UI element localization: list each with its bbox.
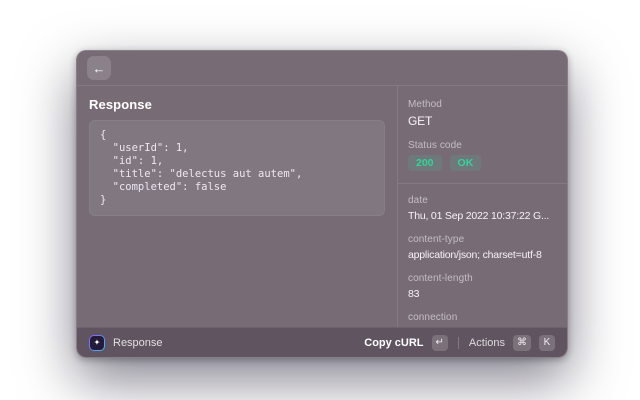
header-name: content-length xyxy=(408,273,561,284)
header-row-content-length: content-length 83 xyxy=(408,273,561,300)
code-line: } xyxy=(100,194,374,207)
code-line: "id": 1, xyxy=(100,155,374,168)
logo-glyph: ✦ xyxy=(94,339,101,347)
status-text-badge: OK xyxy=(450,155,482,171)
actions-button[interactable]: Actions xyxy=(469,337,505,349)
header-row-connection: connection close xyxy=(408,312,561,327)
response-viewer-window: ← Response { "userId": 1, "id": 1, "titl… xyxy=(76,50,568,358)
header-value: application/json; charset=utf-8 xyxy=(408,249,561,261)
method-value: GET xyxy=(408,114,561,128)
method-label: Method xyxy=(408,99,561,110)
window-main: Response { "userId": 1, "id": 1, "title"… xyxy=(77,86,567,327)
header-row-date: date Thu, 01 Sep 2022 10:37:22 G... xyxy=(408,195,561,222)
status-code-label: Status code xyxy=(408,140,561,151)
footer-context-label: Response xyxy=(113,337,163,349)
app-logo-icon: ✦ xyxy=(89,335,105,351)
header-name: connection xyxy=(408,312,561,323)
enter-key-icon[interactable]: ↵ xyxy=(432,335,448,351)
header-name: content-type xyxy=(408,234,561,245)
response-body-json[interactable]: { "userId": 1, "id": 1, "title": "delect… xyxy=(89,120,385,216)
response-panel: Response { "userId": 1, "id": 1, "title"… xyxy=(77,86,397,327)
copy-curl-button[interactable]: Copy cURL xyxy=(364,337,423,349)
header-value: 83 xyxy=(408,288,561,300)
footer-separator xyxy=(458,337,459,349)
status-code-badge: 200 xyxy=(408,155,442,171)
window-footer: ✦ Response Copy cURL ↵ Actions ⌘ K xyxy=(77,327,567,357)
header-row-content-type: content-type application/json; charset=u… xyxy=(408,234,561,261)
details-divider xyxy=(398,183,567,184)
cmd-key-icon[interactable]: ⌘ xyxy=(513,335,531,351)
k-key-icon[interactable]: K xyxy=(539,335,555,351)
header-name: date xyxy=(408,195,561,206)
code-line: { xyxy=(100,129,374,142)
code-line: "userId": 1, xyxy=(100,142,374,155)
window-header: ← xyxy=(77,51,567,86)
back-arrow-icon: ← xyxy=(93,62,106,75)
response-details-panel: Method GET Status code 200 OK date Thu, … xyxy=(397,86,567,327)
code-line: "title": "delectus aut autem", xyxy=(100,168,374,181)
response-panel-title: Response xyxy=(89,97,385,112)
code-line: "completed": false xyxy=(100,181,374,194)
back-button[interactable]: ← xyxy=(87,56,111,80)
header-value: Thu, 01 Sep 2022 10:37:22 G... xyxy=(408,210,561,222)
